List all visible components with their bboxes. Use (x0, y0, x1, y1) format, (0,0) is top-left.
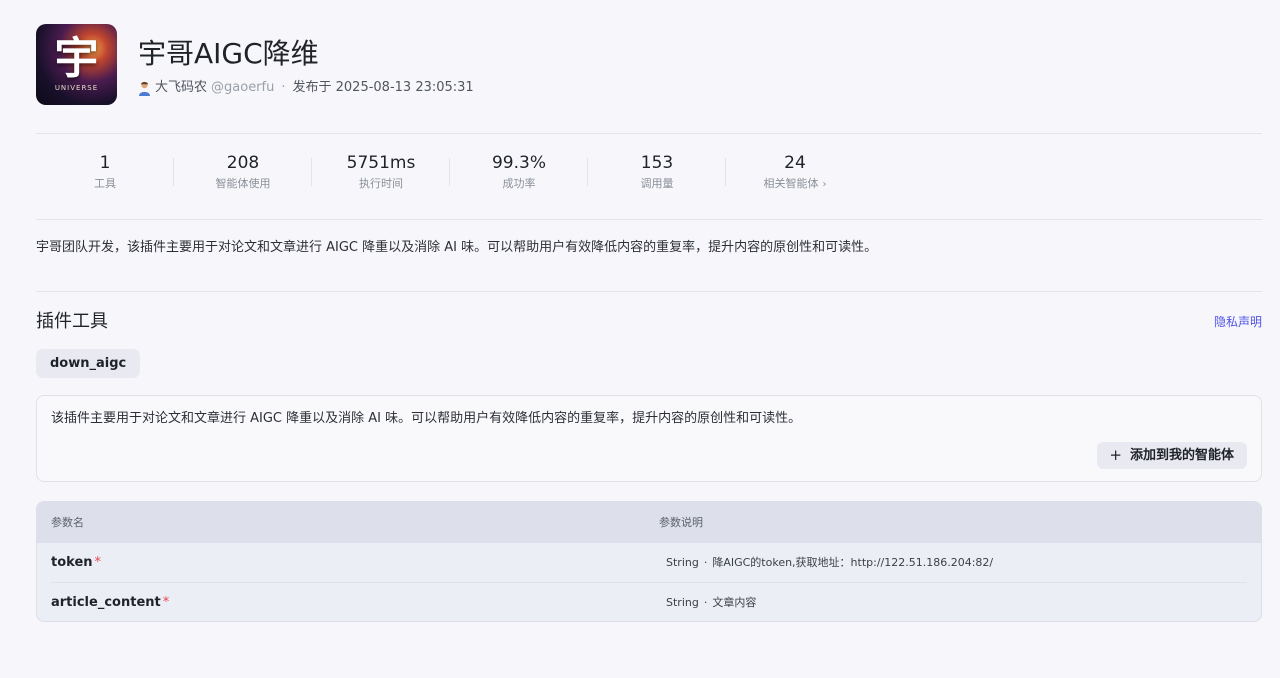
stat-value: 5751ms (346, 153, 416, 173)
plugin-logo: 宇 UNIVERSE (36, 24, 117, 105)
param-desc: String · 文章内容 (666, 596, 757, 609)
user-avatar-icon (138, 81, 151, 96)
logo-subtext: UNIVERSE (54, 84, 99, 92)
param-name: token * (51, 555, 102, 570)
divider-stats (36, 219, 1262, 220)
section-title: 插件工具 (36, 311, 108, 332)
table-row: article_content * String · 文章内容 (37, 583, 1261, 621)
author-meta: 大飞码农 @gaoerfu · 发布于 2025-08-13 23:05:31 (138, 79, 474, 97)
stat-value: 1 (99, 153, 111, 173)
meta-separator: · (281, 80, 286, 95)
stat-label: 智能体使用 (215, 177, 271, 190)
header-param-name: 参数名 (51, 516, 84, 529)
stat-related-agents[interactable]: 24 相关智能体 › (726, 152, 864, 196)
table-header: 参数名 参数说明 (37, 502, 1261, 543)
params-table: 参数名 参数说明 token * String · 降AIGC的token,获取地址：… (36, 501, 1262, 622)
stat-exec-time: 5751ms 执行时间 (312, 152, 450, 196)
param-name: article_content * (51, 595, 170, 610)
stat-value: 99.3% (491, 153, 546, 173)
tool-description: 该插件主要用于对论文和文章进行 AIGC 降重以及消除 AI 味。可以帮助用户有… (51, 411, 802, 426)
add-to-agent-button[interactable]: + 添加到我的智能体 (1097, 442, 1247, 469)
stat-label: 调用量 (640, 177, 674, 190)
table-row: token * String · 降AIGC的token,获取地址：http://12… (37, 543, 1261, 583)
stat-value: 153 (640, 153, 674, 173)
stat-value: 208 (226, 153, 260, 173)
author-handle[interactable]: @gaoerfu (211, 79, 274, 97)
publish-time: 发布于 2025-08-13 23:05:31 (292, 80, 474, 95)
page-title: 宇哥AIGC降维 (138, 37, 319, 70)
header-param-desc: 参数说明 (659, 516, 703, 529)
tool-card: 该插件主要用于对论文和文章进行 AIGC 降重以及消除 AI 味。可以帮助用户有… (36, 395, 1262, 482)
divider-top (36, 133, 1262, 134)
stat-value: 24 (784, 153, 806, 173)
stat-label: 执行时间 (359, 177, 403, 190)
divider-desc (36, 291, 1262, 292)
stats-bar: 1 工具 208 智能体使用 5751ms 执行时间 99.3% 成功率 153… (36, 152, 864, 196)
related-agents-link[interactable]: 相关智能体 › (726, 175, 864, 194)
stat-call-count: 153 调用量 (588, 152, 726, 196)
stat-success-rate: 99.3% 成功率 (450, 152, 588, 196)
author-name[interactable]: 大飞码农 (155, 79, 207, 97)
tab-down-aigc[interactable]: down_aigc (36, 349, 141, 378)
stat-label: 成功率 (502, 177, 536, 190)
required-mark: * (162, 595, 170, 610)
stat-label: 工具 (94, 177, 116, 190)
add-button-label: 添加到我的智能体 (1129, 448, 1234, 463)
privacy-link[interactable]: 隐私声明 (1214, 313, 1262, 331)
chevron-right-icon: › (822, 179, 827, 190)
plugin-description: 宇哥团队开发，该插件主要用于对论文和文章进行 AIGC 降重以及消除 AI 味。… (36, 240, 878, 255)
stat-agent-usage: 208 智能体使用 (174, 152, 312, 196)
logo-glyph: 宇 (54, 33, 99, 84)
stat-tools: 1 工具 (36, 152, 174, 196)
required-mark: * (94, 555, 102, 570)
stat-label: 相关智能体 (763, 177, 819, 190)
plus-icon: + (1109, 446, 1122, 464)
param-desc: String · 降AIGC的token,获取地址：http://122.51.18… (666, 556, 994, 569)
